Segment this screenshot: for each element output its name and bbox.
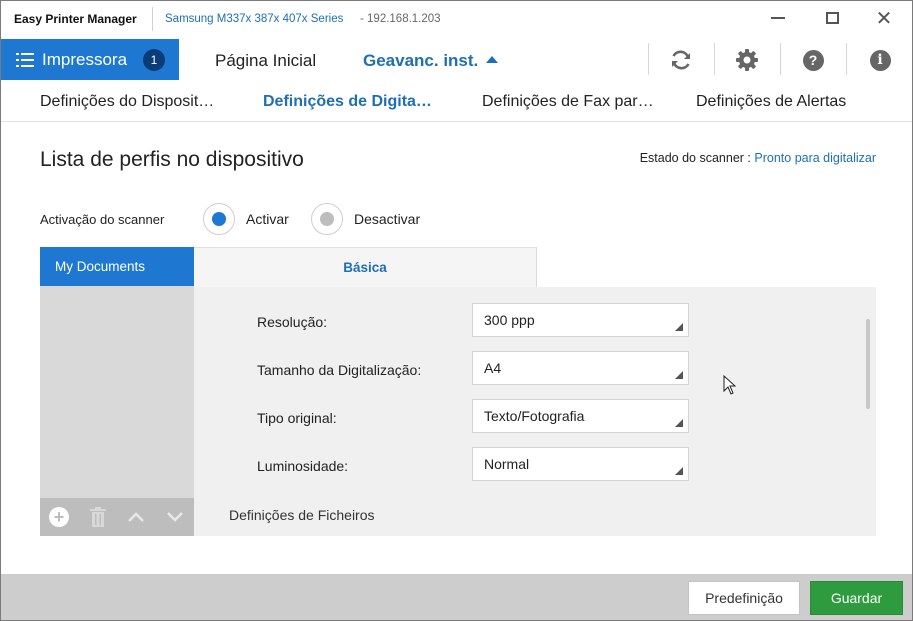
tab-fax-settings[interactable]: Definições de Fax par…: [482, 93, 654, 111]
refresh-icon: [672, 50, 690, 70]
minimize-button[interactable]: [753, 3, 803, 33]
help-icon: ?: [802, 49, 824, 71]
scanner-activation-label: Activação do scanner: [40, 212, 165, 227]
dropdown-arrow-icon: [675, 467, 683, 475]
nav-divider: [648, 43, 649, 75]
brightness-select[interactable]: Normal: [472, 447, 689, 481]
radio-unselected-dot: [320, 212, 334, 226]
tab-scan-settings[interactable]: Definições de Digita…: [263, 93, 432, 111]
printer-menu-button[interactable]: Impressora 1: [1, 39, 179, 80]
nav-divider: [780, 43, 781, 75]
page-title: Lista de perfis no dispositivo: [40, 148, 304, 171]
nav-advanced-label: Geavanc. inst.: [363, 51, 479, 70]
nav-home-link[interactable]: Página Inicial: [215, 51, 316, 71]
main-content: Lista de perfis no dispositivo Estado do…: [1, 123, 912, 574]
gear-icon: [736, 49, 758, 71]
deactivate-label: Desactivar: [354, 211, 421, 227]
profile-item[interactable]: My Documents: [40, 247, 194, 286]
resolution-value: 300 ppp: [484, 312, 535, 328]
original-type-label: Tipo original:: [257, 410, 337, 426]
profile-toolbar: +: [40, 498, 194, 536]
tab-device-settings[interactable]: Definições do Disposit…: [40, 93, 214, 111]
add-icon: +: [53, 507, 65, 527]
title-divider: [152, 7, 153, 31]
caret-up-icon: [486, 56, 499, 63]
save-button[interactable]: Guardar: [810, 581, 903, 615]
scan-size-value: A4: [484, 360, 502, 376]
help-button[interactable]: ?: [800, 47, 826, 73]
scan-size-label: Tamanho da Digitalização:: [257, 362, 422, 378]
original-type-select[interactable]: Texto/Fotografia: [472, 399, 689, 433]
dropdown-arrow-icon: [675, 323, 683, 331]
move-down-button[interactable]: [165, 507, 185, 527]
printer-label: Impressora: [42, 49, 128, 69]
settings-area: Resolução: 300 ppp Tamanho da Digitaliza…: [194, 287, 876, 536]
add-profile-button[interactable]: +: [49, 507, 69, 527]
refresh-button[interactable]: [668, 47, 694, 73]
file-settings-heading: Definições de Ficheiros: [229, 507, 375, 523]
scanner-status: Estado do scanner : Pronto para digitali…: [640, 151, 876, 165]
activate-label: Activar: [246, 211, 289, 227]
default-button[interactable]: Predefinição: [688, 581, 800, 615]
app-window: Easy Printer Manager Samsung M337x 387x …: [0, 0, 913, 621]
settings-button[interactable]: [734, 47, 760, 73]
activate-radio[interactable]: Activar: [203, 203, 289, 235]
title-bar: Easy Printer Manager Samsung M337x 387x …: [1, 1, 912, 37]
scan-size-select[interactable]: A4: [472, 351, 689, 385]
profile-list: My Documents +: [40, 247, 194, 536]
radio-ring: [311, 203, 343, 235]
maximize-button[interactable]: [807, 3, 857, 33]
close-icon: ✕: [875, 6, 893, 30]
original-type-value: Texto/Fotografia: [484, 408, 585, 424]
down-arrow-icon: [167, 512, 183, 522]
scanner-status-value: Pronto para digitalizar: [754, 151, 876, 165]
settings-tabs: Definições do Disposit… Definições de Di…: [1, 82, 912, 122]
device-ip: - 192.168.1.203: [360, 13, 441, 25]
deactivate-radio[interactable]: Desactivar: [311, 203, 420, 235]
resolution-select[interactable]: 300 ppp: [472, 303, 689, 337]
settings-scrollbar[interactable]: [866, 319, 870, 409]
minimize-icon: [771, 17, 785, 19]
info-icon: i: [869, 49, 891, 71]
resolution-label: Resolução:: [257, 314, 328, 330]
move-up-button[interactable]: [126, 507, 146, 527]
nav-divider: [846, 43, 847, 75]
up-arrow-icon: [128, 512, 144, 522]
profile-settings-panel: Básica Resolução: 300 ppp Tamanho da Dig…: [194, 247, 876, 536]
main-nav: Impressora 1 Página Inicial Geavanc. ins…: [1, 37, 912, 82]
printer-count-badge: 1: [143, 49, 165, 71]
brightness-label: Luminosidade:: [257, 458, 349, 474]
scanner-status-label: Estado do scanner :: [639, 151, 751, 165]
trash-icon: [90, 507, 106, 527]
device-name[interactable]: Samsung M337x 387x 407x Series: [165, 13, 343, 25]
info-button[interactable]: i: [867, 47, 893, 73]
mouse-cursor-icon: [723, 375, 736, 395]
footer-bar: Predefinição Guardar: [1, 574, 912, 620]
close-button[interactable]: ✕: [859, 3, 909, 33]
nav-divider: [714, 43, 715, 75]
list-icon: [16, 52, 34, 68]
tab-alert-settings[interactable]: Definições de Alertas: [696, 93, 846, 111]
radio-selected-dot: [212, 212, 226, 226]
nav-advanced-link[interactable]: Geavanc. inst.: [363, 51, 499, 71]
tab-strip-background: [537, 247, 876, 287]
dropdown-arrow-icon: [675, 371, 683, 379]
app-title: Easy Printer Manager: [14, 12, 137, 26]
brightness-value: Normal: [484, 456, 530, 472]
dropdown-arrow-icon: [675, 419, 683, 427]
tab-basic[interactable]: Básica: [194, 247, 537, 287]
maximize-icon: [825, 12, 839, 24]
delete-profile-button[interactable]: [88, 507, 108, 527]
radio-ring: [203, 203, 235, 235]
